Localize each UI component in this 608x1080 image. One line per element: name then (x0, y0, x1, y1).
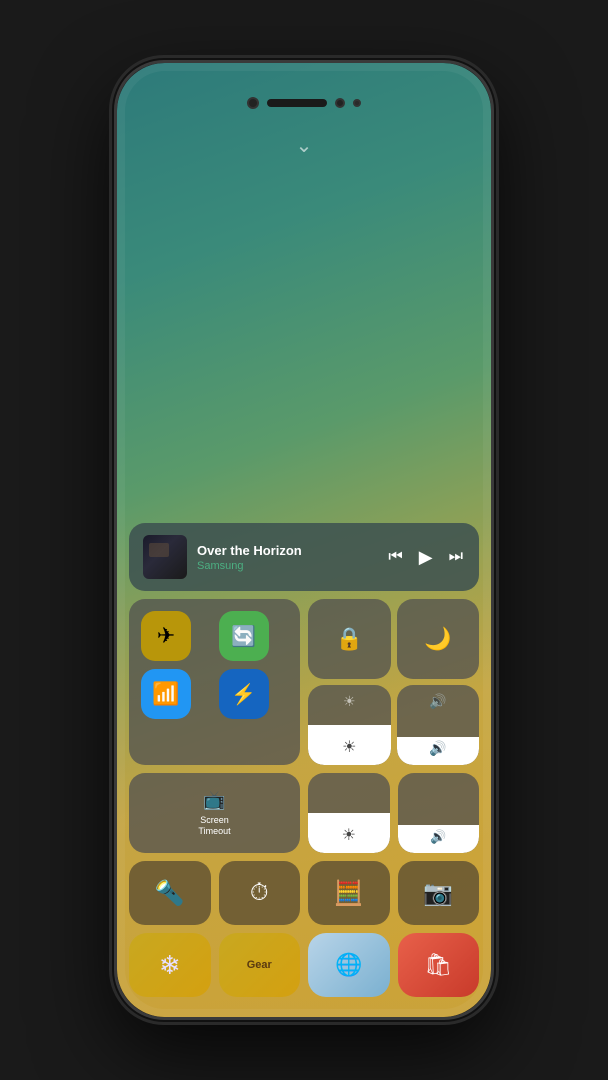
screen: ⌄ Over the Horizon Samsung ⏮ ▶ ⏭ (117, 63, 491, 1017)
next-button[interactable]: ⏭ (447, 546, 465, 568)
rotation-toggle[interactable]: 🔄 (219, 611, 269, 661)
screen-timeout-button[interactable]: 📺 ScreenTimeout (129, 773, 300, 853)
brightness-standalone-icon: ☀ (342, 825, 356, 845)
flashlight-icon: 🔦 (155, 879, 185, 908)
galaxy-store-button[interactable]: 🛍 (398, 933, 480, 997)
sensor-dot (353, 99, 361, 107)
connect-icon: 🌐 (335, 952, 362, 978)
wifi-icon: 📶 (152, 681, 179, 707)
bluetooth-toggle[interactable]: ⚡ (219, 669, 269, 719)
volume-standalone-icon: 🔊 (430, 829, 446, 845)
timer-icon: ⏱ (250, 879, 269, 907)
music-widget[interactable]: Over the Horizon Samsung ⏮ ▶ ⏭ (129, 523, 479, 591)
music-artist: Samsung (197, 560, 376, 572)
music-title: Over the Horizon (197, 543, 376, 558)
volume-standalone[interactable]: 🔊 (398, 773, 480, 853)
wifi-toggle[interactable]: 📶 (141, 669, 191, 719)
calculator-icon: 🧮 (334, 879, 364, 908)
prev-button[interactable]: ⏮ (386, 546, 404, 568)
brightness-icon-top: ☀ (343, 693, 356, 710)
phone-frame: ⌄ Over the Horizon Samsung ⏮ ▶ ⏭ (114, 60, 494, 1020)
gear-icon: Gear (247, 959, 272, 971)
galaxy-store-icon: 🛍 (424, 952, 452, 978)
brightness-slider[interactable]: ☀ ☀ (308, 685, 391, 765)
do-not-disturb-button[interactable]: 🌙 (397, 599, 480, 679)
bluetooth-icon: ⚡ (231, 682, 256, 707)
volume-icon-bottom: 🔊 (429, 740, 446, 757)
utility-row: 🔦 ⏱ 🧮 📷 (129, 861, 479, 925)
control-center: Over the Horizon Samsung ⏮ ▶ ⏭ (117, 515, 491, 1017)
album-art (143, 535, 187, 579)
brightness-icon-bottom: ☀ (342, 737, 356, 757)
airplane-mode-toggle[interactable]: ✈ (141, 611, 191, 661)
rear-camera-icon (335, 98, 345, 108)
connect-button[interactable]: 🌐 (308, 933, 390, 997)
top-bar (117, 63, 491, 143)
camera-area (247, 97, 361, 109)
app-row: ❄ Gear 🌐 🛍 (129, 933, 479, 997)
brightness-standalone[interactable]: ☀ (308, 773, 390, 853)
play-button[interactable]: ▶ (417, 545, 435, 570)
front-camera-icon (247, 97, 259, 109)
bixby-button[interactable]: ❄ (129, 933, 211, 997)
toggle-row-top: ✈ 🔄 (141, 611, 288, 661)
camera-icon: 📷 (423, 879, 453, 908)
moon-icon: 🌙 (424, 626, 451, 652)
toggle-row-bottom: 📶 ⚡ (141, 669, 288, 719)
volume-icon-top: 🔊 (429, 693, 446, 710)
phone-wrapper: ⌄ Over the Horizon Samsung ⏮ ▶ ⏭ (0, 0, 608, 1080)
calculator-button[interactable]: 🧮 (308, 861, 390, 925)
screen-timeout-label: ScreenTimeout (198, 815, 230, 837)
gear-button[interactable]: Gear (219, 933, 301, 997)
volume-slider[interactable]: 🔊 🔊 (397, 685, 480, 765)
bixby-icon: ❄ (159, 950, 181, 981)
airplane-icon: ✈ (157, 623, 175, 649)
rotation-icon: 🔄 (231, 624, 256, 649)
connectivity-group: ✈ 🔄 📶 ⚡ (129, 599, 300, 765)
flashlight-button[interactable]: 🔦 (129, 861, 211, 925)
lock-rotation-icon: 🔒 (336, 626, 363, 652)
screen-mirror-icon: 📺 (203, 790, 225, 811)
timer-button[interactable]: ⏱ (219, 861, 301, 925)
camera-button[interactable]: 📷 (398, 861, 480, 925)
music-info: Over the Horizon Samsung (197, 543, 376, 572)
speaker-grill (267, 99, 327, 107)
sliders-right-area: 🔒 🌙 ☀ ☀ (308, 599, 479, 765)
music-controls: ⏮ ▶ ⏭ (386, 545, 465, 570)
lock-rotation-button[interactable]: 🔒 (308, 599, 391, 679)
